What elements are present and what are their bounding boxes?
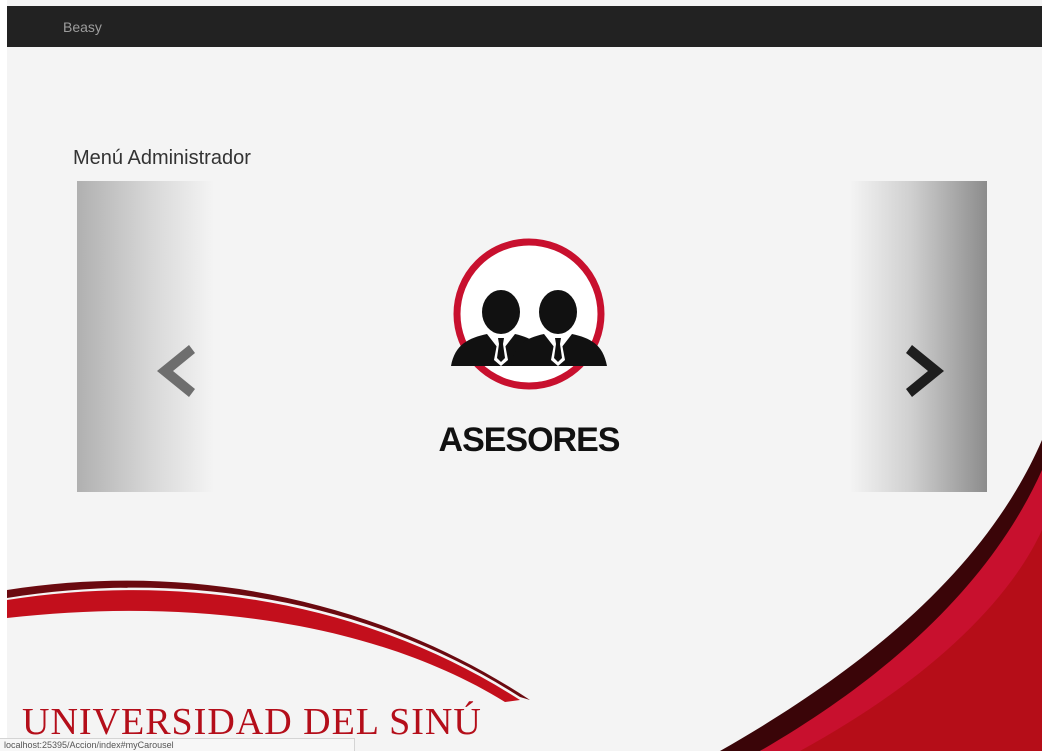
chevron-right-icon (906, 345, 944, 397)
browser-status-url: localhost:25395/Accion/index#myCarousel (0, 738, 355, 751)
brand-link[interactable]: Beasy (63, 18, 102, 36)
slide-caption[interactable]: ASESORES (429, 421, 629, 460)
carousel: ASESORES (77, 181, 987, 492)
carousel-prev-button[interactable] (77, 181, 214, 492)
advisors-icon[interactable] (429, 234, 629, 394)
chevron-left-icon (157, 345, 195, 397)
page: Beasy Menú Administrador ASESORES UNIVER… (0, 0, 1042, 751)
carousel-next-button[interactable] (850, 181, 987, 492)
page-title: Menú Administrador (73, 147, 251, 169)
top-navbar: Beasy (7, 6, 1042, 47)
